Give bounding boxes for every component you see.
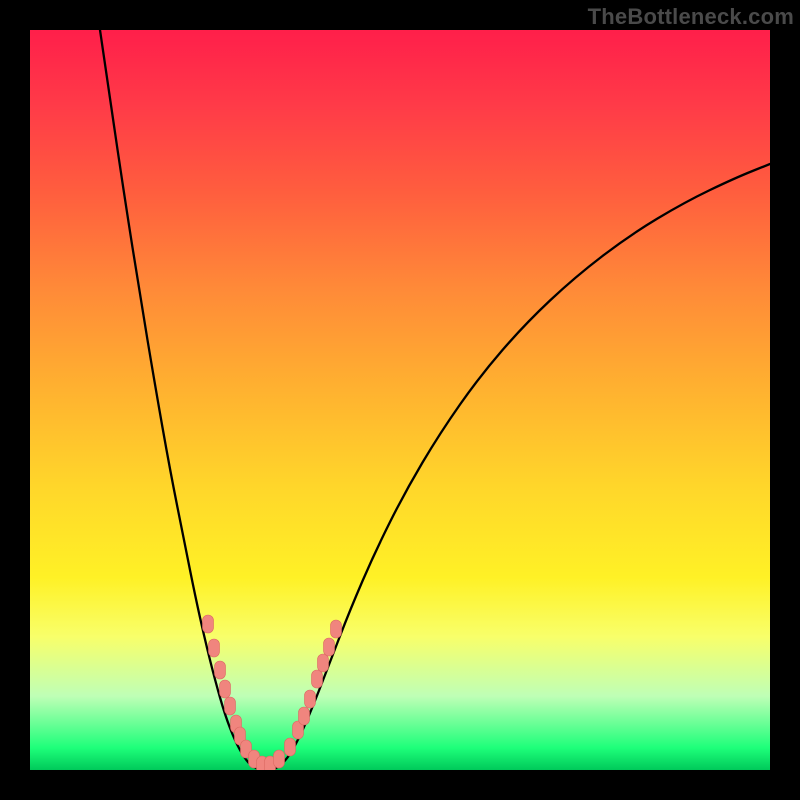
plot-area <box>30 30 770 770</box>
highlight-marker <box>220 680 231 698</box>
highlight-marker <box>215 661 226 679</box>
watermark-label: TheBottleneck.com <box>588 4 794 30</box>
curve-layer <box>30 30 770 770</box>
highlight-marker <box>318 654 329 672</box>
highlight-marker <box>274 750 285 768</box>
chart-frame: TheBottleneck.com <box>0 0 800 800</box>
highlight-marker <box>299 707 310 725</box>
highlight-markers <box>203 615 342 770</box>
highlight-marker <box>225 697 236 715</box>
highlight-marker <box>324 638 335 656</box>
highlight-marker <box>285 738 296 756</box>
highlight-marker <box>331 620 342 638</box>
highlight-marker <box>305 690 316 708</box>
highlight-marker <box>312 670 323 688</box>
highlight-marker <box>209 639 220 657</box>
bottleneck-curve <box>100 30 770 770</box>
highlight-marker <box>203 615 214 633</box>
